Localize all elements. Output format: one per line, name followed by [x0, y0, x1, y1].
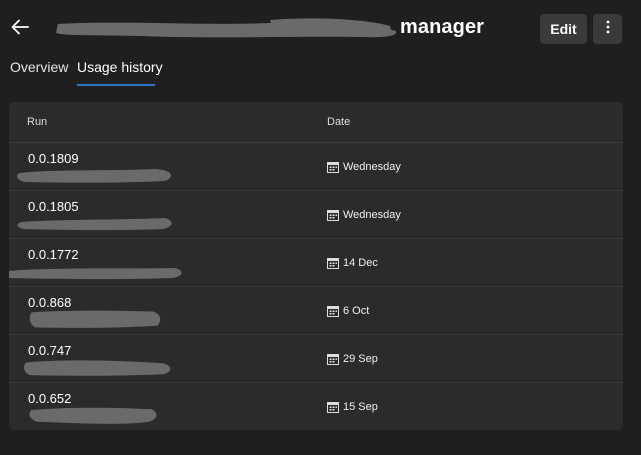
- table-row[interactable]: 0.0.868 6 Oct: [9, 287, 623, 335]
- page-header: manager Edit: [0, 0, 641, 58]
- table-row[interactable]: 0.0.1809 Wednesday: [9, 143, 623, 191]
- more-options-button[interactable]: [593, 14, 622, 44]
- edit-button[interactable]: Edit: [540, 14, 587, 44]
- calendar-icon: [327, 209, 339, 221]
- date-cell: Wednesday: [327, 209, 401, 221]
- redaction: [29, 407, 157, 424]
- back-arrow-icon: [11, 19, 29, 40]
- date-cell: Wednesday: [327, 161, 401, 173]
- run-date: Wednesday: [343, 209, 401, 221]
- run-version: 0.0.652: [28, 391, 72, 406]
- redaction: [17, 169, 171, 183]
- date-cell: 6 Oct: [327, 305, 369, 317]
- active-tab-indicator: [77, 84, 155, 86]
- run-version: 0.0.1805: [28, 199, 79, 214]
- run-version: 0.0.1809: [28, 151, 79, 166]
- column-header-run: Run: [27, 116, 48, 128]
- calendar-icon: [327, 257, 339, 269]
- usage-history-table: Run Date 0.0.1809 Wednesday 0.0.1805 Wed…: [9, 102, 623, 430]
- date-cell: 29 Sep: [327, 353, 378, 365]
- run-date: 15 Sep: [343, 401, 378, 413]
- page-title: manager: [400, 16, 485, 38]
- table-row[interactable]: 0.0.1772 14 Dec: [9, 239, 623, 287]
- table-row[interactable]: 0.0.652 15 Sep: [9, 383, 623, 430]
- calendar-icon: [327, 401, 339, 413]
- redaction: [9, 268, 182, 280]
- calendar-icon: [327, 161, 339, 173]
- redaction: [24, 360, 171, 376]
- run-version: 0.0.1772: [28, 247, 79, 262]
- run-version: 0.0.868: [28, 295, 72, 310]
- table-header: Run Date: [9, 102, 623, 143]
- table-row[interactable]: 0.0.1805 Wednesday: [9, 191, 623, 239]
- table-row[interactable]: 0.0.747 29 Sep: [9, 335, 623, 383]
- run-date: 29 Sep: [343, 353, 378, 365]
- redaction: [29, 310, 161, 328]
- redaction: [17, 218, 172, 231]
- calendar-icon: [327, 353, 339, 365]
- app-window: manager Edit Overview Usage history Run …: [0, 0, 641, 455]
- back-button[interactable]: [8, 17, 32, 41]
- title-redaction: [56, 18, 397, 38]
- run-date: 14 Dec: [343, 257, 378, 269]
- table-body: 0.0.1809 Wednesday 0.0.1805 Wednesday 0.…: [9, 143, 623, 430]
- run-date: 6 Oct: [343, 305, 370, 317]
- date-cell: 14 Dec: [327, 257, 378, 269]
- calendar-icon: [327, 305, 339, 317]
- tab-overview[interactable]: Overview: [10, 58, 68, 88]
- column-header-date: Date: [327, 116, 351, 128]
- date-cell: 15 Sep: [327, 401, 378, 413]
- more-vertical-icon: [606, 20, 610, 39]
- run-version: 0.0.747: [28, 343, 72, 358]
- run-date: Wednesday: [343, 161, 401, 173]
